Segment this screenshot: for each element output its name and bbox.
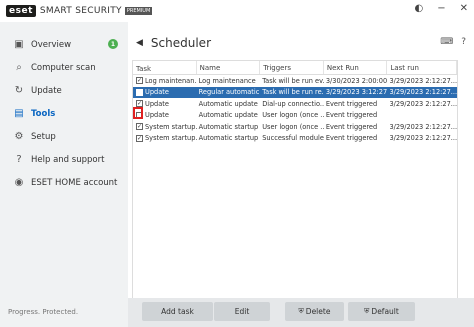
sidebar-item-label: Overview: [31, 39, 72, 50]
task-checkbox[interactable]: ✓: [136, 77, 143, 85]
task-label: Log maintenan...: [145, 76, 197, 85]
edition-badge: PREMIUM: [124, 6, 153, 15]
add-task-button[interactable]: Add task: [142, 302, 213, 321]
shield-icon: ▣: [14, 39, 24, 50]
column-header-last-run[interactable]: Last run: [387, 61, 457, 74]
name-cell: Automatic update ...: [198, 111, 261, 120]
briefcase-icon: ▤: [14, 108, 24, 119]
task-label: System startup...: [145, 122, 197, 131]
task-cell: Update: [133, 88, 197, 96]
product-name: SMART SECURITY: [39, 5, 122, 16]
sidebar-item-eset-home[interactable]: ◉ ESET HOME account: [0, 171, 128, 194]
scheduler-table: Task Name Triggers Next Run Last run ✓ Lo…: [132, 60, 458, 310]
table-row[interactable]: ✓ System startup... Automatic startup ... S…: [133, 133, 457, 145]
back-arrow-icon[interactable]: ◀: [136, 38, 143, 48]
triggers-cell: Successful module...: [262, 134, 324, 143]
task-cell: ✓ System startup...: [133, 134, 197, 142]
task-cell: ✓ System startup...: [133, 123, 197, 131]
triggers-cell: Task will be run ev...: [262, 76, 324, 85]
column-header-task[interactable]: Task: [133, 61, 197, 74]
edit-button[interactable]: Edit: [214, 302, 270, 321]
table-row[interactable]: ✓ Log maintenan... Log maintenance Task wil…: [133, 75, 457, 87]
next-run-cell: Event triggered: [325, 122, 378, 131]
contrast-icon[interactable]: ◐: [414, 3, 423, 14]
triggers-cell: User logon (once ...: [262, 111, 324, 120]
sidebar-item-label: Setup: [31, 131, 56, 142]
last-run-cell: 3/29/2023 2:12:27...: [389, 122, 457, 131]
title-bar: eset SMART SECURITY PREMIUM ◐ − ✕: [0, 0, 474, 22]
sidebar-item-label: Update: [31, 85, 62, 96]
page-title: Scheduler: [150, 36, 211, 50]
column-header-triggers[interactable]: Triggers: [260, 61, 324, 74]
next-run-cell: Event triggered: [325, 134, 378, 143]
last-run-cell: 3/29/2023 2:12:27...: [389, 88, 457, 97]
sidebar-item-setup[interactable]: ⚙ Setup: [0, 125, 128, 148]
name-cell: Automatic update ...: [198, 99, 261, 108]
task-checkbox[interactable]: ✓: [136, 123, 143, 131]
sidebar-item-label: Help and support: [31, 154, 105, 165]
edit-label: Edit: [234, 307, 250, 316]
sidebar-item-label: Tools: [31, 108, 56, 119]
main-content: ◀ Scheduler ⌨ ? Task Name Triggers Next …: [128, 22, 474, 327]
next-run-cell: Event triggered: [325, 111, 378, 120]
home-account-icon: ◉: [14, 177, 24, 188]
task-label: Update: [145, 111, 169, 120]
triggers-cell: User logon (once ...: [262, 122, 324, 131]
table-row[interactable]: ✓ System startup... Automatic startup ... U…: [133, 121, 457, 133]
delete-button[interactable]: ⛨ Delete: [285, 302, 344, 321]
sidebar-item-label: ESET HOME account: [31, 177, 118, 188]
task-label: Update: [145, 88, 169, 97]
last-run-cell: 3/29/2023 2:12:27...: [389, 76, 457, 85]
keyboard-icon[interactable]: ⌨: [440, 37, 453, 47]
default-button[interactable]: ⛨ Default: [348, 302, 415, 321]
minimize-icon[interactable]: −: [437, 3, 445, 14]
next-run-cell: 3/30/2023 2:00:00...: [325, 76, 388, 85]
task-label: System startup...: [145, 134, 197, 143]
add-task-label: Add task: [161, 307, 194, 316]
table-header: Task Name Triggers Next Run Last run: [133, 61, 457, 75]
sidebar-item-computer-scan[interactable]: ⌕ Computer scan: [0, 56, 128, 79]
name-cell: Regular automatic...: [198, 88, 261, 97]
sidebar-item-tools[interactable]: ▤ Tools: [0, 102, 128, 125]
help-icon[interactable]: ?: [461, 37, 466, 47]
next-run-cell: Event triggered: [325, 99, 378, 108]
sidebar: ▣ Overview 1 ⌕ Computer scan ↻ Update ▤ …: [0, 22, 128, 327]
shield-icon: ⛨: [298, 307, 304, 315]
eset-logo: eset SMART SECURITY PREMIUM: [6, 4, 153, 17]
sidebar-item-update[interactable]: ↻ Update: [0, 79, 128, 102]
table-row[interactable]: Update Automatic update ... User logon (on…: [133, 110, 457, 122]
column-header-next-run[interactable]: Next Run: [324, 61, 388, 74]
table-row[interactable]: ✓ Update Automatic update ... Dial-up conne…: [133, 98, 457, 110]
name-cell: Log maintenance: [198, 76, 256, 85]
sidebar-item-overview[interactable]: ▣ Overview 1: [0, 33, 128, 56]
search-icon: ⌕: [16, 62, 22, 73]
task-checkbox[interactable]: ✓: [136, 134, 143, 142]
triggers-cell: Dial-up connectio...: [262, 99, 324, 108]
table-row[interactable]: Update Regular automatic... Task will be r…: [133, 86, 457, 98]
triggers-cell: Task will be run re...: [262, 88, 324, 97]
notification-badge: 1: [108, 39, 118, 49]
name-cell: Automatic startup ...: [198, 122, 261, 131]
task-checkbox[interactable]: [136, 88, 143, 96]
name-cell: Automatic startup ...: [198, 134, 261, 143]
task-label: Update: [145, 99, 169, 108]
logo-mark: eset: [6, 4, 36, 17]
gear-icon: ⚙: [14, 131, 24, 142]
delete-label: Delete: [305, 307, 331, 316]
button-bar: Add task Edit ⛨ Delete ⛨ Default: [128, 298, 474, 327]
selection-highlight-box: [133, 107, 143, 119]
task-cell: ✓ Log maintenan...: [133, 77, 197, 85]
last-run-cell: 3/29/2023 2:12:27...: [389, 99, 457, 108]
column-header-name[interactable]: Name: [197, 61, 261, 74]
default-label: Default: [371, 307, 399, 316]
shield-icon: ⛨: [364, 307, 370, 315]
next-run-cell: 3/29/2023 3:12:27...: [325, 88, 388, 97]
last-run-cell: 3/29/2023 2:12:27...: [389, 134, 457, 143]
sidebar-item-label: Computer scan: [31, 62, 96, 73]
close-icon[interactable]: ✕: [460, 3, 468, 14]
refresh-icon: ↻: [14, 85, 24, 96]
sidebar-item-help[interactable]: ? Help and support: [0, 148, 128, 171]
status-text: Progress. Protected.: [8, 308, 79, 316]
help-icon: ?: [16, 154, 22, 165]
